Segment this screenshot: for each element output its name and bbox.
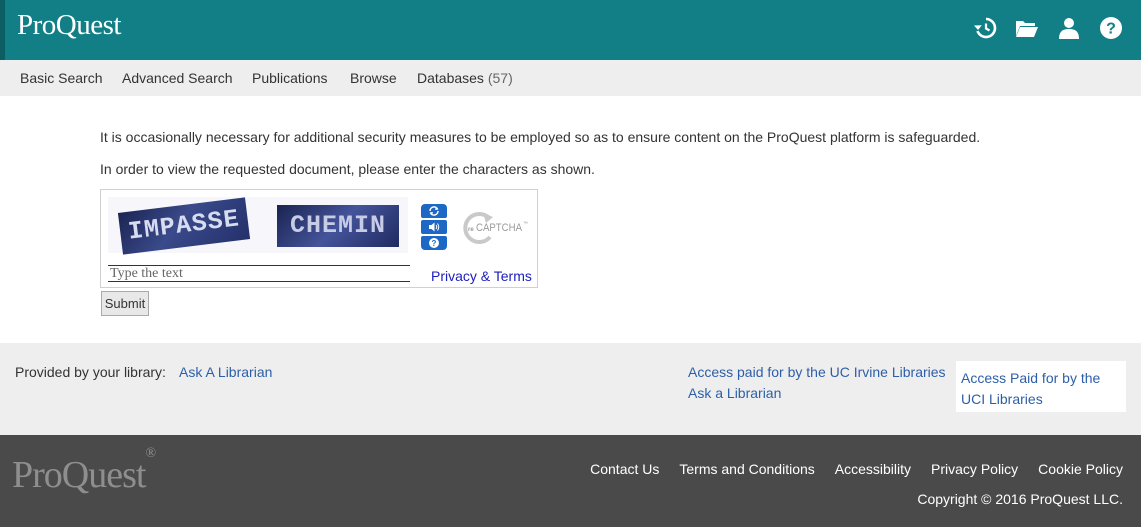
footer: ProQuest® Contact Us Terms and Condition… [0,435,1141,527]
history-icon[interactable] [973,16,997,40]
copyright: Copyright © 2016 ProQuest LLC. [917,491,1123,507]
recaptcha-logo-tm: ™ [523,221,528,227]
captcha-word-2: CHEMIN [277,205,399,247]
recaptcha-logo-text: CAPTCHA [476,222,523,234]
nav-databases-count: (57) [487,70,513,86]
nav-databases[interactable]: Databases (57) [417,70,513,86]
privacy-terms-link[interactable]: Privacy & Terms [431,268,532,284]
top-header: ProQuest ? [0,0,1141,60]
footer-links: Contact Us Terms and Conditions Accessib… [590,461,1123,477]
submit-button[interactable]: Submit [101,291,149,316]
accessibility-link[interactable]: Accessibility [835,461,911,477]
captcha-controls: ? [421,204,447,250]
recaptcha-logo-prefix: re [468,227,474,233]
captcha-word-1: IMPASSE [117,197,251,255]
svg-text:?: ? [432,239,437,248]
nav-advanced-search[interactable]: Advanced Search [122,70,233,86]
header-icons: ? [973,16,1123,40]
nav-basic-search[interactable]: Basic Search [20,70,102,86]
provided-by-label: Provided by your library: [15,364,166,380]
captcha-image: IMPASSE CHEMIN [108,197,408,255]
captcha-response-input[interactable] [108,265,410,282]
recaptcha-widget: IMPASSE CHEMIN ? re CAPTCHA ™ Privacy & … [100,189,538,288]
svg-text:?: ? [1106,21,1116,38]
security-message: It is occasionally necessary for additio… [100,129,981,145]
help-icon[interactable]: ? [1099,16,1123,40]
audio-icon[interactable] [421,220,447,234]
terms-link[interactable]: Terms and Conditions [679,461,814,477]
ask-librarian-link-2[interactable]: Ask a Librarian [688,385,781,401]
nav-databases-label: Databases [417,70,484,86]
captcha-help-icon[interactable]: ? [421,236,447,250]
contact-us-link[interactable]: Contact Us [590,461,659,477]
nav-publications[interactable]: Publications [252,70,328,86]
library-band: Provided by your library: Ask A Libraria… [0,343,1141,435]
proquest-logo[interactable]: ProQuest [17,9,121,42]
instruction-message: In order to view the requested document,… [100,161,595,177]
footer-logo: ProQuest® [12,446,156,497]
refresh-icon[interactable] [421,204,447,218]
folder-icon[interactable] [1015,16,1039,40]
footer-logo-text: ProQuest [12,454,146,496]
user-icon[interactable] [1057,16,1081,40]
nav-browse[interactable]: Browse [350,70,397,86]
library-branding-box[interactable]: Access Paid for by the UCI Libraries [956,361,1126,412]
main-nav: Basic Search Advanced Search Publication… [0,60,1141,96]
registered-mark: ® [145,446,157,462]
ask-a-librarian-link[interactable]: Ask A Librarian [179,364,272,380]
cookie-policy-link[interactable]: Cookie Policy [1038,461,1123,477]
recaptcha-logo: re CAPTCHA ™ [459,208,533,248]
access-paid-link[interactable]: Access paid for by the UC Irvine Librari… [688,364,946,380]
privacy-policy-link[interactable]: Privacy Policy [931,461,1018,477]
